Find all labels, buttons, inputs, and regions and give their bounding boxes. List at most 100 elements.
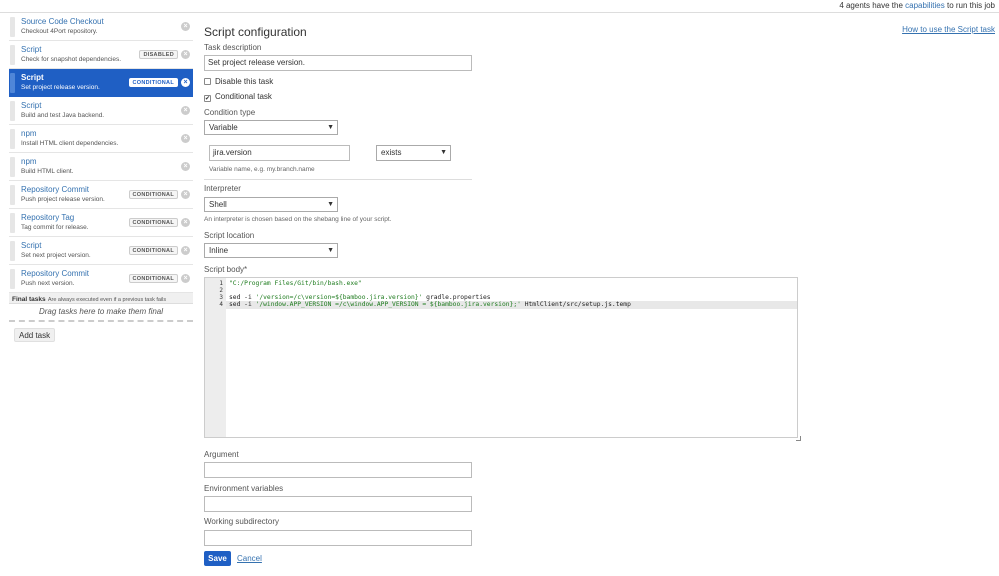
cancel-button[interactable]: Cancel: [237, 554, 262, 563]
delete-task-icon[interactable]: ×: [181, 50, 190, 59]
code-line: sed -i '/version=/c\version=${bamboo.jir…: [229, 294, 491, 301]
drag-handle-icon[interactable]: [10, 213, 15, 233]
final-tasks-description: Are always executed even if a previous t…: [47, 297, 167, 303]
task-title: Script: [21, 45, 42, 54]
conditional-checkbox-box[interactable]: ✔: [204, 95, 211, 102]
task-description: Check for snapshot dependencies.: [21, 56, 122, 63]
disable-checkbox-box[interactable]: [204, 78, 211, 85]
drag-handle-icon[interactable]: [10, 17, 15, 37]
interpreter-select[interactable]: Shell ▼: [204, 197, 338, 212]
add-task-button[interactable]: Add task: [14, 328, 56, 342]
conditional-task-label: Conditional task: [215, 92, 272, 101]
conditional-task-checkbox[interactable]: ✔ Conditional task: [204, 92, 272, 102]
task-item[interactable]: Script Set next project version. CONDITION…: [9, 237, 193, 265]
argument-input[interactable]: [204, 462, 472, 478]
task-status-badge: CONDITIONAL: [128, 274, 178, 283]
task-item[interactable]: Script Build and test Java backend. ×: [9, 97, 193, 125]
task-description-input[interactable]: Set project release version.: [204, 55, 472, 71]
task-status-badge: CONDITIONAL: [128, 78, 178, 87]
working-subdirectory-label: Working subdirectory: [204, 517, 279, 526]
code-token: sed -i: [229, 294, 256, 301]
drag-handle-icon[interactable]: [10, 73, 15, 93]
save-button[interactable]: Save: [204, 551, 231, 566]
delete-task-icon[interactable]: ×: [181, 246, 190, 255]
code-string: "C:/Program Files/Git/bin/bash.exe": [229, 280, 362, 287]
code-string: '/window.APP_VERSION =/c\window.APP_VERS…: [255, 301, 521, 308]
task-title: npm: [21, 157, 37, 166]
task-list: Source Code Checkout Checkout 4Port repos…: [9, 13, 193, 293]
final-tasks-label: Final tasks: [12, 296, 46, 303]
page-title: Script configuration: [204, 25, 307, 39]
drag-handle-icon[interactable]: [10, 185, 15, 205]
delete-task-icon[interactable]: ×: [181, 218, 190, 227]
task-status-badge: DISABLED: [139, 50, 178, 59]
drag-handle-icon[interactable]: [10, 241, 15, 261]
drag-handle-icon[interactable]: [10, 129, 15, 149]
working-subdirectory-input[interactable]: [204, 530, 472, 546]
delete-task-icon[interactable]: ×: [181, 274, 190, 283]
delete-task-icon[interactable]: ×: [181, 162, 190, 171]
chevron-down-icon: ▼: [327, 201, 334, 208]
resize-handle-icon[interactable]: [796, 436, 801, 441]
line-number: 4: [219, 301, 223, 308]
delete-task-icon[interactable]: ×: [181, 190, 190, 199]
line-number: 3: [219, 294, 223, 301]
chevron-down-icon: ▼: [327, 247, 334, 254]
task-item[interactable]: Source Code Checkout Checkout 4Port repos…: [9, 13, 193, 41]
task-title: npm: [21, 129, 37, 138]
task-item[interactable]: npm Build HTML client. ×: [9, 153, 193, 181]
capabilities-link[interactable]: capabilities: [905, 1, 945, 10]
task-item[interactable]: Script Set project release version. CONDIT…: [9, 69, 193, 97]
condition-operator-value: exists: [381, 148, 402, 157]
task-item[interactable]: Repository Commit Push next version. CONDI…: [9, 265, 193, 293]
task-title: Repository Commit: [21, 185, 90, 194]
task-status-badge: CONDITIONAL: [128, 246, 178, 255]
task-description: Push project release version.: [21, 196, 105, 203]
delete-task-icon[interactable]: ×: [181, 106, 190, 115]
condition-operator-select[interactable]: exists ▼: [376, 145, 451, 161]
final-tasks-dropzone[interactable]: Drag tasks here to make them final: [9, 304, 193, 322]
code-token: HtmlClient/src/setup.js.temp: [520, 301, 631, 308]
task-status-badge: CONDITIONAL: [128, 218, 178, 227]
task-item[interactable]: npm Install HTML client dependencies. ×: [9, 125, 193, 153]
delete-task-icon[interactable]: ×: [181, 78, 190, 87]
condition-type-value: Variable: [209, 123, 238, 132]
variable-name-input[interactable]: jira.version: [209, 145, 350, 161]
script-location-label: Script location: [204, 231, 255, 240]
drag-handle-icon[interactable]: [10, 45, 15, 65]
delete-task-icon[interactable]: ×: [181, 22, 190, 31]
script-body-editor[interactable]: 1 "C:/Program Files/Git/bin/bash.exe" 2 3 se…: [204, 277, 801, 441]
line-number: 1: [219, 280, 223, 287]
task-description: Build and test Java backend.: [21, 112, 105, 119]
task-description: Tag commit for release.: [21, 224, 89, 231]
task-title: Repository Tag: [21, 213, 75, 222]
interpreter-label: Interpreter: [204, 184, 241, 193]
how-to-link[interactable]: How to use the Script task: [902, 25, 995, 34]
interpreter-hint: An interpreter is chosen based on the sh…: [204, 216, 392, 223]
condition-type-select[interactable]: Variable ▼: [204, 120, 338, 135]
line-number: 2: [219, 287, 223, 294]
drag-handle-icon[interactable]: [10, 101, 15, 121]
argument-label: Argument: [204, 450, 239, 459]
variable-name-hint: Variable name, e.g. my.branch.name: [209, 166, 315, 173]
task-item[interactable]: Repository Commit Push project release ve…: [9, 181, 193, 209]
drag-handle-icon[interactable]: [10, 269, 15, 289]
environment-variables-label: Environment variables: [204, 484, 284, 493]
task-description: Build HTML client.: [21, 168, 74, 175]
environment-variables-input[interactable]: [204, 496, 472, 512]
code-line: sed -i '/window.APP_VERSION =/c\window.A…: [229, 301, 631, 308]
final-tasks-header: Final tasks Are always executed even if …: [9, 293, 193, 304]
delete-task-icon[interactable]: ×: [181, 134, 190, 143]
drag-handle-icon[interactable]: [10, 157, 15, 177]
script-body-label: Script body*: [204, 265, 247, 274]
task-title: Source Code Checkout: [21, 17, 104, 26]
disable-task-checkbox[interactable]: Disable this task: [204, 77, 273, 86]
task-item[interactable]: Repository Tag Tag commit for release. CON…: [9, 209, 193, 237]
task-item[interactable]: Script Check for snapshot dependencies. DI…: [9, 41, 193, 69]
script-location-value: Inline: [209, 246, 229, 255]
code-token: sed -i: [229, 301, 256, 308]
divider: [204, 179, 472, 180]
code-line: "C:/Program Files/Git/bin/bash.exe": [229, 280, 362, 287]
script-location-select[interactable]: Inline ▼: [204, 243, 338, 258]
task-description: Push next version.: [21, 280, 75, 287]
